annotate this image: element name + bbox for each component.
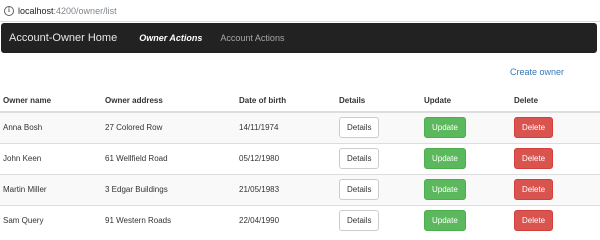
owner-dob-cell: 21/05/1983 xyxy=(236,173,336,205)
browser-address-bar[interactable]: i localhost:4200/owner/list xyxy=(0,0,600,22)
details-cell: Details xyxy=(336,204,421,236)
details-button[interactable]: Details xyxy=(339,210,380,232)
owner-dob-cell: 14/11/1974 xyxy=(236,111,336,143)
owner-address-cell: 27 Colored Row xyxy=(102,111,236,143)
create-owner-link[interactable]: Create owner xyxy=(510,67,564,77)
table-row: John Keen 61 Wellfield Road 05/12/1980 D… xyxy=(0,142,600,174)
update-cell: Update xyxy=(421,173,511,205)
delete-cell: Delete xyxy=(511,173,600,205)
details-cell: Details xyxy=(336,173,421,205)
update-button[interactable]: Update xyxy=(424,117,466,139)
delete-button[interactable]: Delete xyxy=(514,210,554,232)
owner-name-cell: Anna Bosh xyxy=(0,111,102,143)
delete-button[interactable]: Delete xyxy=(514,179,554,200)
table-header-row: Owner name Owner address Date of birth D… xyxy=(0,90,600,113)
nav-link-account-actions[interactable]: Account Actions xyxy=(220,33,284,43)
delete-cell: Delete xyxy=(511,111,600,143)
app-navbar: Account-Owner Home Owner Actions Account… xyxy=(1,23,597,53)
owner-name-cell: Sam Query xyxy=(0,204,102,236)
header-date-of-birth: Date of birth xyxy=(236,90,336,113)
details-button[interactable]: Details xyxy=(339,117,380,139)
url-path: :4200/owner/list xyxy=(53,5,117,16)
owner-address-cell: 61 Wellfield Road xyxy=(102,142,236,174)
delete-cell: Delete xyxy=(511,204,600,236)
owner-name-cell: Martin Miller xyxy=(0,173,102,205)
update-cell: Update xyxy=(421,204,511,236)
table-row: Anna Bosh 27 Colored Row 14/11/1974 Deta… xyxy=(0,111,600,143)
header-update: Update xyxy=(421,90,511,113)
owner-name-cell: John Keen xyxy=(0,142,102,174)
header-details: Details xyxy=(336,90,421,113)
delete-button[interactable]: Delete xyxy=(514,148,554,169)
nav-link-owner-actions[interactable]: Owner Actions xyxy=(139,33,202,43)
owner-dob-cell: 22/04/1990 xyxy=(236,204,336,236)
owner-address-cell: 3 Edgar Buildings xyxy=(102,173,236,205)
owner-address-cell: 91 Western Roads xyxy=(102,204,236,236)
navbar-brand[interactable]: Account-Owner Home xyxy=(9,32,117,44)
table-row: Sam Query 91 Western Roads 22/04/1990 De… xyxy=(0,204,600,236)
delete-cell: Delete xyxy=(511,142,600,174)
info-icon[interactable]: i xyxy=(4,5,14,16)
update-button[interactable]: Update xyxy=(424,210,466,232)
details-cell: Details xyxy=(336,142,421,174)
update-cell: Update xyxy=(421,142,511,174)
header-delete: Delete xyxy=(511,90,600,113)
url-text[interactable]: localhost:4200/owner/list xyxy=(18,6,117,16)
header-owner-name: Owner name xyxy=(0,90,102,113)
owner-dob-cell: 05/12/1980 xyxy=(236,142,336,174)
update-button[interactable]: Update xyxy=(424,148,466,169)
details-cell: Details xyxy=(336,111,421,143)
details-button[interactable]: Details xyxy=(339,148,380,169)
details-button[interactable]: Details xyxy=(339,179,380,200)
header-owner-address: Owner address xyxy=(102,90,236,113)
update-cell: Update xyxy=(421,111,511,143)
url-host: localhost xyxy=(18,5,54,16)
update-button[interactable]: Update xyxy=(424,179,466,200)
table-row: Martin Miller 3 Edgar Buildings 21/05/19… xyxy=(0,173,600,205)
delete-button[interactable]: Delete xyxy=(514,117,554,139)
owners-table: Owner name Owner address Date of birth D… xyxy=(0,90,600,236)
